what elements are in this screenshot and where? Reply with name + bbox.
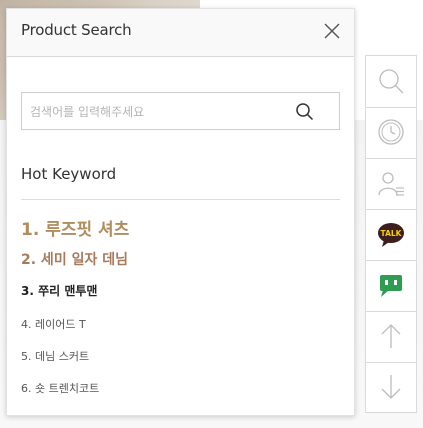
close-icon [324, 23, 340, 39]
hot-keyword-item[interactable]: 4. 레이어드 T [21, 316, 86, 332]
hot-keyword-item[interactable]: 6. 숏 트렌치코트 [21, 380, 99, 396]
clock-icon [378, 119, 404, 145]
search-input[interactable] [28, 93, 292, 131]
hot-keyword-item[interactable]: 1. 루즈핏 셔츠 [21, 215, 129, 240]
arrow-down-icon [381, 375, 401, 399]
scroll-bottom-button[interactable] [366, 362, 416, 413]
hot-keyword-item[interactable]: 5. 데님 스커트 [21, 348, 89, 364]
svg-text:TALK: TALK [381, 229, 403, 238]
user-list-icon [378, 172, 404, 196]
kakao-talk-icon: TALK [378, 223, 404, 247]
search-icon [379, 69, 404, 94]
search-icon [296, 103, 314, 121]
hot-keyword-title: Hot Keyword [21, 165, 117, 183]
hot-keyword-item[interactable]: 3. 쭈리 맨투맨 [21, 282, 97, 299]
search-button[interactable] [295, 102, 315, 122]
product-search-panel: Product Search Hot Keyword 1. 루즈핏 셔츠 2. … [6, 8, 355, 416]
close-button[interactable] [321, 20, 343, 42]
scroll-top-button[interactable] [366, 311, 416, 363]
chat-icon [380, 275, 402, 297]
panel-header: Product Search [7, 9, 354, 57]
arrow-up-icon [381, 324, 401, 348]
panel-title: Product Search [21, 21, 132, 39]
search-box [21, 92, 340, 131]
kakao-talk-button[interactable]: TALK [366, 209, 416, 261]
my-page-button[interactable] [366, 158, 416, 210]
quick-menu-bar: TALK [365, 55, 417, 413]
divider [21, 199, 340, 200]
quick-search-button[interactable] [366, 56, 416, 108]
chat-button[interactable] [366, 260, 416, 312]
hot-keyword-item[interactable]: 2. 세미 일자 데님 [21, 249, 128, 269]
recent-view-button[interactable] [366, 107, 416, 159]
